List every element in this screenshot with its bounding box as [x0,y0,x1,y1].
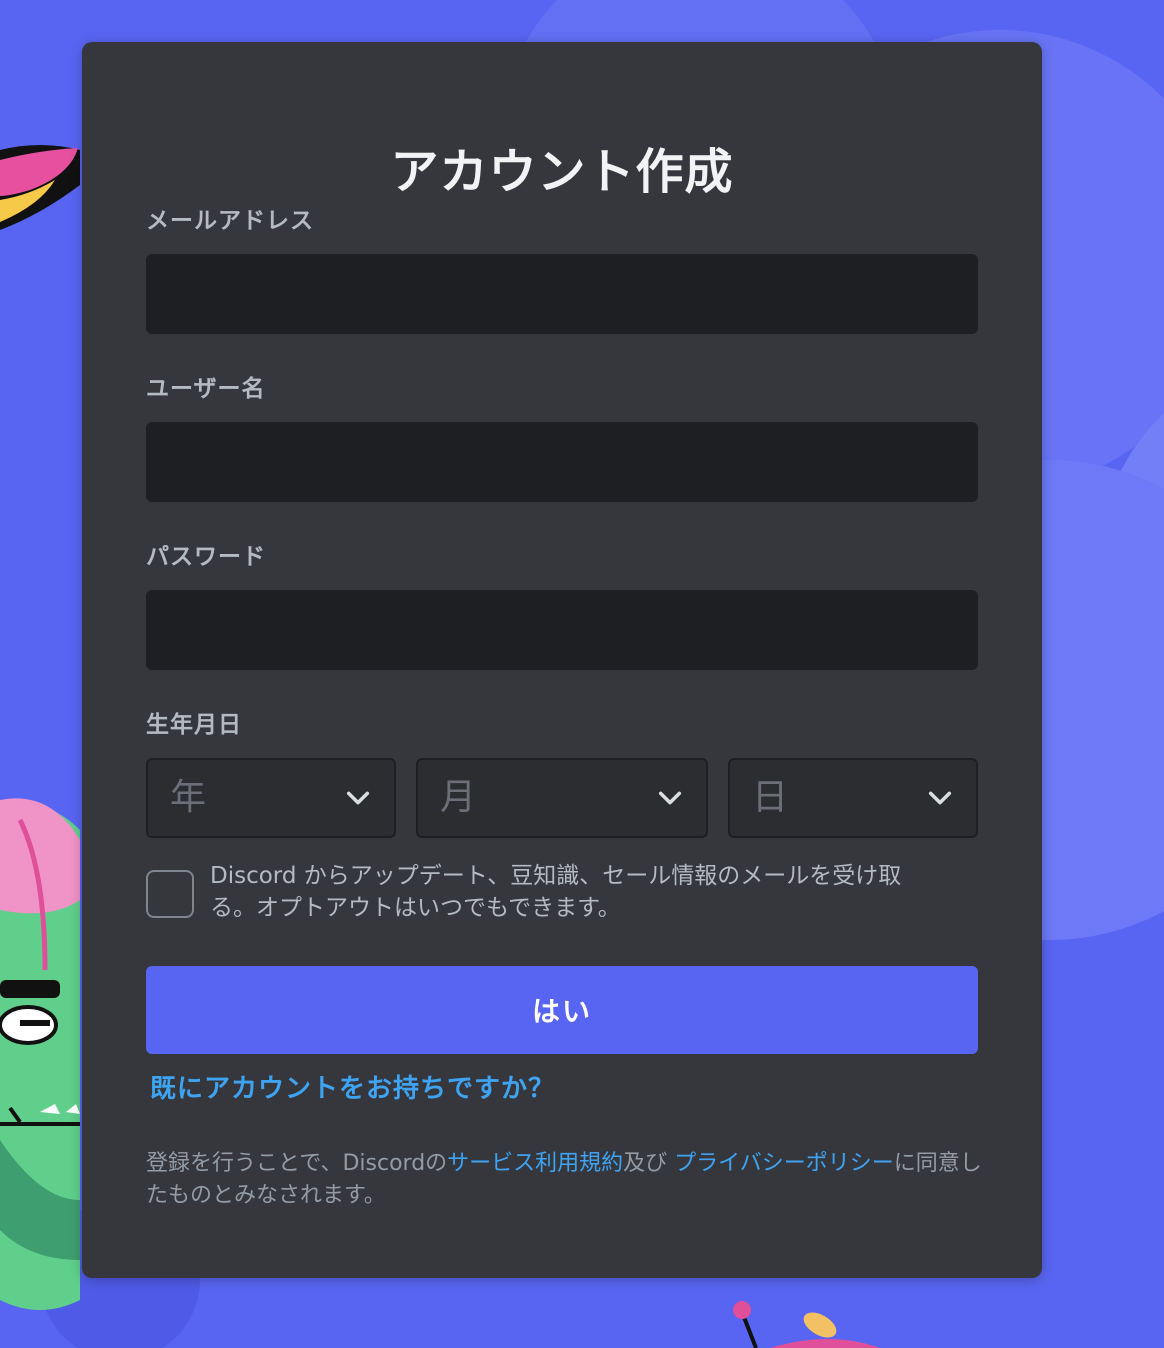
optin-text: Discord からアップデート、豆知識、セール情報のメールを受け取る。オプトア… [210,863,902,921]
email-label: メールアドレス [146,208,314,234]
month-select[interactable]: 月 [416,758,708,838]
day-select[interactable]: 日 [728,758,978,838]
login-link[interactable]: 既にアカウントをお持ちですか？ [150,1072,555,1106]
year-select[interactable]: 年 [146,758,396,838]
legal-middle: 及び [623,1151,675,1176]
month-placeholder: 月 [440,777,477,818]
username-field[interactable] [146,422,978,502]
legal-prefix: 登録を行うことで、Discordの [146,1151,448,1176]
username-label: ユーザー名 [146,376,266,402]
flower-illustration [0,145,80,230]
dob-label: 生年月日 [146,712,242,738]
monster-illustration [0,798,80,1310]
day-placeholder: 日 [752,777,789,818]
password-label: パスワード [146,544,266,570]
page-title: アカウント作成 [390,144,734,200]
legal-notice: 登録を行うことで、Discordのサービス利用規約及び プライバシーポリシーに同… [146,1148,986,1212]
optin-checkbox[interactable] [146,870,194,918]
year-placeholder: 年 [170,777,207,818]
register-card: アカウント作成 メールアドレス ユーザー名 パスワード 生年月日 年 月 日 D… [82,42,1042,1278]
password-field[interactable] [146,590,978,670]
privacy-link[interactable]: プライバシーポリシー [674,1151,894,1176]
terms-link[interactable]: サービス利用規約 [447,1151,623,1176]
chevron-down-icon [928,791,952,805]
creature-illustration [733,1301,880,1348]
submit-button[interactable]: はい [146,966,978,1054]
email-field[interactable] [146,254,978,334]
chevron-down-icon [658,791,682,805]
chevron-down-icon [346,791,370,805]
